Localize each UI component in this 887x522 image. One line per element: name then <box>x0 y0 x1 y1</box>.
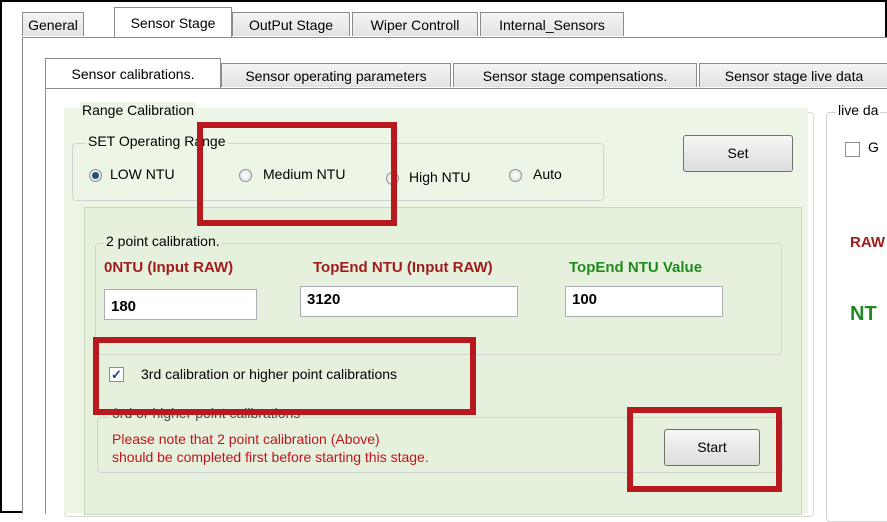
tab-output-stage[interactable]: OutPut Stage <box>232 12 350 36</box>
live-data-label: live da <box>836 102 881 118</box>
range-calibration-label: Range Calibration <box>80 102 197 118</box>
tab-label: Sensor Stage <box>130 15 216 31</box>
radio-high-ntu-label: High NTU <box>409 169 471 185</box>
radio-low-ntu-label: LOW NTU <box>110 166 175 182</box>
highlight-box-range <box>197 122 397 226</box>
zero-ntu-label: 0NTU (Input RAW) <box>104 259 234 276</box>
tab-sensor-stage-compensations[interactable]: Sensor stage compensations. <box>453 63 697 87</box>
tab-label: Wiper Controll <box>370 17 460 33</box>
topend-raw-label: TopEnd NTU (Input RAW) <box>313 259 493 276</box>
tab-general[interactable]: General <box>22 12 84 36</box>
tab-sensor-calibrations[interactable]: Sensor calibrations. <box>45 58 221 88</box>
live-raw-label: RAW <box>850 234 885 251</box>
topend-raw-input[interactable]: 3120 <box>300 286 518 317</box>
tab-label: Internal_Sensors <box>499 17 605 33</box>
tab-label: General <box>28 17 78 33</box>
zero-ntu-input[interactable]: 180 <box>104 289 257 320</box>
radio-auto-label: Auto <box>533 166 562 182</box>
highlight-box-checkbox <box>93 337 476 415</box>
tab-label: OutPut Stage <box>248 17 334 33</box>
topend-value-input[interactable]: 100 <box>565 286 723 317</box>
radio-low-ntu[interactable] <box>89 169 102 182</box>
radio-auto[interactable] <box>509 169 522 182</box>
tab-label: Sensor operating parameters <box>245 68 427 84</box>
tab-label: Sensor calibrations. <box>71 66 195 82</box>
live-data-checkbox-label: G <box>868 139 879 155</box>
tab-internal-sensors[interactable]: Internal_Sensors <box>480 12 624 36</box>
live-data-checkbox[interactable] <box>845 142 860 157</box>
tab-wiper-controll[interactable]: Wiper Controll <box>352 12 478 36</box>
highlight-box-start <box>627 407 782 492</box>
tab-sensor-operating-parameters[interactable]: Sensor operating parameters <box>221 63 451 87</box>
set-button[interactable]: Set <box>683 135 793 172</box>
tab-label: Sensor stage compensations. <box>482 68 668 84</box>
tab-sensor-stage[interactable]: Sensor Stage <box>114 7 232 37</box>
tab-label: Sensor stage live data <box>724 68 864 84</box>
live-ntu-label: NT <box>850 303 877 325</box>
calibration-note-line2: should be completed first before startin… <box>112 449 429 465</box>
tab-sensor-stage-live-data[interactable]: Sensor stage live data <box>699 63 887 87</box>
two-point-calibration-label: 2 point calibration. <box>104 233 222 249</box>
calibration-note-line1: Please note that 2 point calibration (Ab… <box>112 431 380 447</box>
topend-value-label: TopEnd NTU Value <box>569 259 703 276</box>
